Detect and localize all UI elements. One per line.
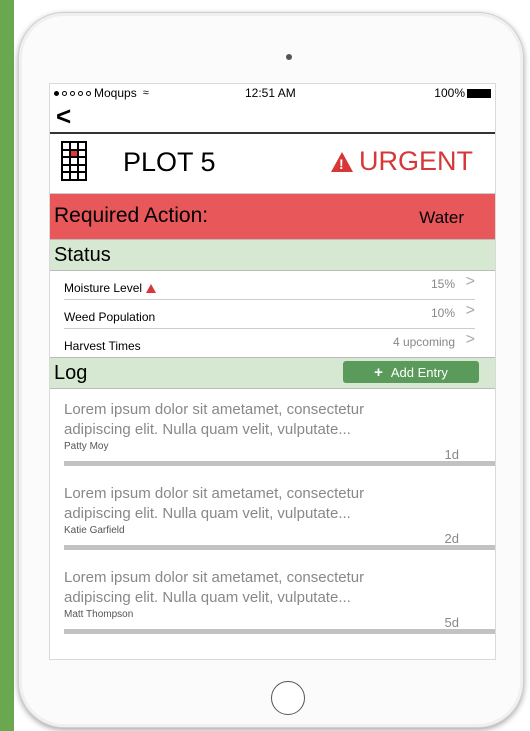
plus-icon: + — [374, 363, 383, 381]
camera-icon — [286, 54, 292, 60]
chevron-right-icon: > — [465, 273, 475, 290]
app-screen: Moqups ≈ 12:51 AM 100% < PLOT 5 URGENT R… — [49, 83, 496, 660]
nav-bar: < — [50, 102, 495, 132]
log-author: Katie Garfield — [64, 525, 125, 536]
signal-dot-icon — [62, 90, 67, 96]
add-entry-label: Add Entry — [390, 364, 448, 380]
required-action-label: Required Action: — [54, 204, 209, 227]
urgent-label: URGENT — [359, 146, 473, 176]
divider — [64, 461, 495, 466]
row-value: 4 upcoming — [392, 335, 455, 349]
signal-dot-icon — [86, 90, 91, 96]
signal-dot-icon — [54, 90, 59, 96]
side-accent-bar — [0, 0, 14, 731]
back-button[interactable]: < — [56, 103, 71, 129]
log-author: Patty Moy — [64, 441, 109, 452]
required-action-value: Water — [419, 208, 464, 227]
carrier-name: Moqups — [94, 86, 137, 100]
home-button[interactable] — [271, 681, 305, 715]
status-row-weed[interactable]: Weed Population 10% > — [64, 300, 475, 329]
warning-triangle-icon — [331, 151, 353, 172]
log-text: Lorem ipsum dolor sit ametamet, consecte… — [64, 569, 365, 606]
warning-triangle-icon — [146, 283, 157, 293]
log-title: Log — [54, 362, 88, 384]
clock: 12:51 AM — [245, 86, 296, 100]
row-label: Moisture Level — [64, 281, 157, 295]
log-age: 5d — [444, 615, 459, 630]
row-label: Harvest Times — [64, 339, 141, 353]
add-entry-button[interactable]: + Add Entry — [343, 361, 479, 383]
urgent-badge: URGENT — [331, 146, 473, 177]
log-text: Lorem ipsum dolor sit ametamet, consecte… — [64, 401, 365, 438]
status-section-header: Status — [50, 239, 495, 271]
plot-header: PLOT 5 URGENT — [50, 132, 495, 194]
log-entry[interactable]: Lorem ipsum dolor sit ametamet, consecte… — [50, 389, 495, 473]
log-author: Matt Thompson — [64, 609, 134, 620]
row-value: 10% — [430, 306, 455, 320]
status-bar: Moqups ≈ 12:51 AM 100% — [50, 84, 495, 102]
log-age: 2d — [444, 531, 459, 546]
divider — [64, 545, 495, 550]
signal-dot-icon — [78, 90, 83, 96]
log-entry[interactable]: Lorem ipsum dolor sit ametamet, consecte… — [50, 557, 495, 641]
battery-icon — [467, 88, 491, 98]
plot-title: PLOT 5 — [123, 147, 216, 177]
log-age: 1d — [444, 447, 459, 462]
status-title: Status — [54, 244, 111, 266]
log-text: Lorem ipsum dolor sit ametamet, consecte… — [64, 485, 365, 522]
divider — [64, 629, 495, 634]
chevron-right-icon: > — [465, 331, 475, 348]
battery-percent: 100% — [434, 86, 465, 100]
wifi-icon: ≈ — [142, 87, 149, 99]
required-action-banner: Required Action: Water — [50, 194, 495, 239]
chevron-right-icon: > — [465, 302, 475, 319]
status-row-moisture[interactable]: Moisture Level 15% > — [64, 271, 475, 300]
plot-grid-icon — [61, 141, 87, 181]
row-label: Weed Population — [64, 310, 156, 324]
battery-status: 100% — [434, 86, 491, 100]
row-value: 15% — [430, 277, 455, 291]
log-section-header: Log + Add Entry — [50, 357, 495, 389]
status-row-harvest[interactable]: Harvest Times 4 upcoming > — [64, 329, 475, 357]
signal-dot-icon — [70, 90, 75, 96]
signal-carrier: Moqups ≈ — [54, 86, 149, 100]
log-entry[interactable]: Lorem ipsum dolor sit ametamet, consecte… — [50, 473, 495, 557]
